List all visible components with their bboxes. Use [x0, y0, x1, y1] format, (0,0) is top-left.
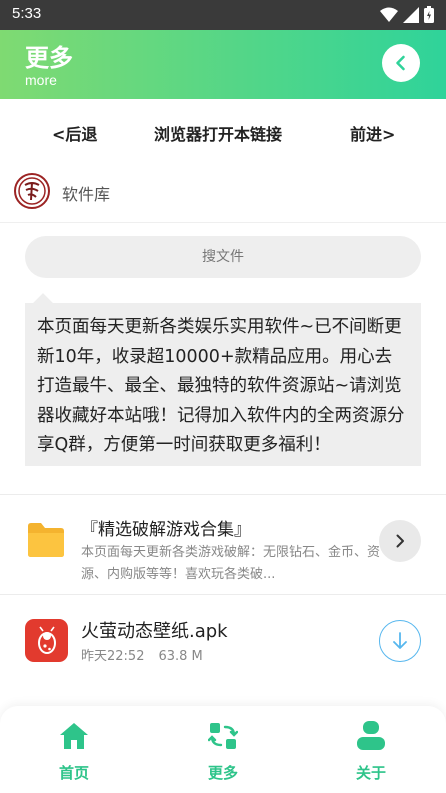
- file-time: 昨天22:52: [81, 649, 145, 664]
- browser-nav: <后退 浏览器打开本链接 前进>: [0, 99, 446, 161]
- firefly-icon: [37, 626, 56, 654]
- library-label: 软件库: [62, 185, 111, 204]
- file-meta: 昨天22:52 63.8 M: [81, 645, 203, 664]
- status-icons: [380, 6, 434, 23]
- file-item[interactable]: 火萤动态壁纸.apk 昨天22:52 63.8 M: [0, 595, 446, 687]
- download-icon: [393, 632, 407, 649]
- tab-label: 关于: [355, 764, 386, 782]
- chevron-left-icon: [396, 55, 405, 71]
- status-time: 5:33: [12, 5, 42, 22]
- notice-text: 本页面每天更新各类娱乐实用软件~已不间断更新10年，收录超10000+款精品应用…: [25, 303, 421, 466]
- page-subtitle: more: [25, 72, 57, 88]
- app-icon: [25, 619, 68, 662]
- user-icon: [357, 721, 385, 750]
- library-row[interactable]: 软件库: [0, 161, 446, 223]
- tab-home[interactable]: 首页: [34, 720, 114, 783]
- nav-forward-button[interactable]: 前进>: [350, 121, 395, 145]
- open-in-browser-button[interactable]: 浏览器打开本链接: [154, 121, 282, 145]
- page-title: 更多: [25, 44, 73, 72]
- tab-about[interactable]: 关于: [331, 720, 411, 783]
- library-logo-icon: [14, 173, 50, 209]
- folder-description: 本页面每天更新各类游戏破解：无限钻石、金币、资源、内购版等等！喜欢玩各类破...: [81, 545, 381, 582]
- file-size: 63.8 M: [158, 649, 203, 664]
- bottom-nav: 首页 更多 关于: [0, 706, 446, 793]
- status-bar: 5:33: [0, 0, 446, 30]
- folder-item[interactable]: 『精选破解游戏合集』 本页面每天更新各类游戏破解：无限钻石、金币、资源、内购版等…: [0, 495, 446, 594]
- swap-icon: [208, 723, 238, 749]
- file-name: 火萤动态壁纸.apk: [81, 621, 228, 642]
- folder-title: 『精选破解游戏合集』: [81, 520, 251, 540]
- signal-icon: [403, 6, 419, 23]
- back-button[interactable]: [382, 44, 420, 82]
- open-folder-button[interactable]: [379, 520, 421, 562]
- chevron-right-icon: [396, 534, 404, 548]
- header: 更多 more: [0, 30, 446, 99]
- tab-label: 首页: [58, 764, 89, 782]
- home-icon: [60, 723, 88, 749]
- tab-more[interactable]: 更多: [183, 720, 263, 783]
- folder-icon: [28, 523, 64, 557]
- download-button[interactable]: [379, 620, 421, 662]
- nav-back-button[interactable]: <后退: [52, 121, 97, 145]
- tab-label: 更多: [207, 764, 238, 782]
- wifi-icon: [380, 7, 398, 22]
- search-input[interactable]: 搜文件: [25, 236, 421, 278]
- battery-icon: [424, 6, 434, 23]
